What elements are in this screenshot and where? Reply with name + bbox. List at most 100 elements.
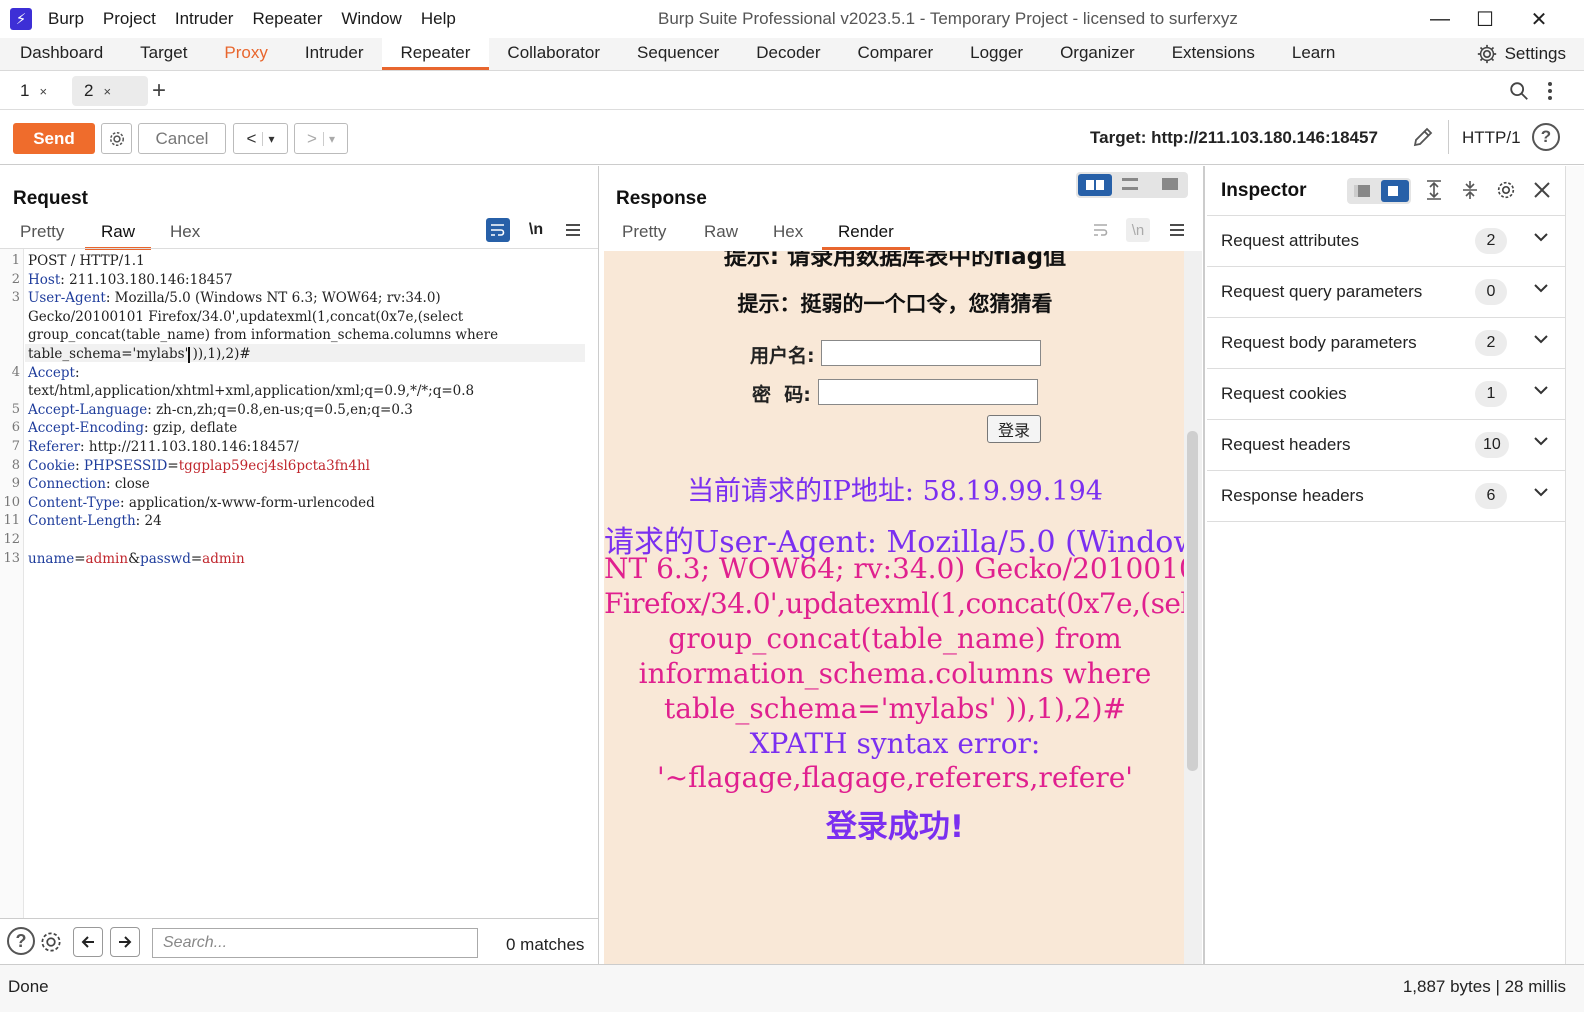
show-newlines-icon[interactable]: \n bbox=[524, 218, 548, 242]
tab-target[interactable]: Target bbox=[122, 38, 206, 70]
request-tab-pretty[interactable]: Pretty bbox=[20, 222, 64, 247]
word-wrap-icon[interactable] bbox=[486, 218, 510, 242]
tab-comparer[interactable]: Comparer bbox=[840, 38, 953, 70]
maximize-button[interactable]: ☐ bbox=[1470, 4, 1500, 34]
chevron-down-icon[interactable] bbox=[1533, 278, 1549, 299]
send-options-button[interactable] bbox=[101, 123, 132, 154]
collapse-all-icon[interactable] bbox=[1459, 178, 1481, 202]
back-button[interactable]: < ▾ bbox=[233, 123, 288, 154]
toolbar-divider bbox=[1448, 120, 1449, 154]
inspector-settings-icon[interactable] bbox=[1493, 177, 1519, 203]
help-icon[interactable]: ? bbox=[1532, 123, 1560, 151]
close-tab-icon[interactable]: × bbox=[103, 84, 111, 99]
tab-sequencer[interactable]: Sequencer bbox=[619, 38, 738, 70]
tab-dashboard[interactable]: Dashboard bbox=[2, 38, 122, 70]
header-value: 211.103.180.146:18457 bbox=[69, 271, 233, 288]
chevron-down-icon[interactable] bbox=[1533, 431, 1549, 452]
search-input[interactable]: Search... bbox=[152, 928, 478, 958]
repeater-tab-2[interactable]: 2 × bbox=[72, 76, 148, 106]
settings-button[interactable]: Settings bbox=[1476, 43, 1566, 65]
response-tab-raw[interactable]: Raw bbox=[704, 222, 738, 247]
repeater-tab-1[interactable]: 1 × bbox=[8, 76, 59, 106]
forward-history-dropdown[interactable]: ▾ bbox=[322, 131, 335, 146]
tab-intruder[interactable]: Intruder bbox=[287, 38, 383, 70]
tab-extensions[interactable]: Extensions bbox=[1154, 38, 1274, 70]
send-button[interactable]: Send bbox=[13, 123, 95, 154]
rendered-response: 提示: 请录用数据库表中的flag值 提示：挺弱的一个口令，您猜猜看 用户名: … bbox=[604, 251, 1186, 964]
show-newlines-icon[interactable]: \n bbox=[1126, 218, 1150, 242]
close-window-button[interactable]: ✕ bbox=[1524, 4, 1554, 34]
gear-icon bbox=[1477, 44, 1496, 64]
menu-icon[interactable] bbox=[1166, 218, 1188, 242]
line-number: 11 bbox=[3, 513, 20, 529]
close-tab-icon[interactable]: × bbox=[39, 84, 47, 99]
menu-icon[interactable] bbox=[562, 218, 584, 242]
render-ua-line: NT 6.3; WOW64; rv:34.0) Gecko/20100101 bbox=[604, 552, 1186, 585]
inspector-section[interactable]: Response headers 6 bbox=[1207, 471, 1565, 522]
chevron-down-icon[interactable] bbox=[1533, 482, 1549, 503]
menu-intruder[interactable]: Intruder bbox=[175, 9, 234, 29]
layout-stacked-icon[interactable] bbox=[1122, 178, 1138, 190]
inspector-section[interactable]: Request body parameters 2 bbox=[1207, 318, 1565, 369]
back-arrow-icon: < bbox=[246, 128, 257, 148]
header-separator: : bbox=[60, 271, 70, 288]
more-options-icon[interactable] bbox=[1540, 78, 1560, 104]
menu-help[interactable]: Help bbox=[421, 9, 456, 29]
inspector-scrollbar[interactable] bbox=[1565, 166, 1584, 964]
request-tab-raw[interactable]: Raw bbox=[85, 222, 152, 250]
search-options-icon[interactable] bbox=[36, 927, 66, 957]
response-tab-hex[interactable]: Hex bbox=[773, 222, 803, 247]
edit-target-icon[interactable] bbox=[1408, 122, 1438, 152]
tab-logger[interactable]: Logger bbox=[952, 38, 1042, 70]
cancel-button[interactable]: Cancel bbox=[138, 123, 226, 154]
render-ip-line: 当前请求的IP地址: 58.19.99.194 bbox=[687, 476, 1103, 507]
tab-organizer[interactable]: Organizer bbox=[1042, 38, 1154, 70]
forward-button[interactable]: > ▾ bbox=[294, 123, 348, 154]
render-login-button[interactable]: 登录 bbox=[987, 415, 1041, 443]
next-match-button[interactable] bbox=[110, 927, 140, 957]
inspector-section[interactable]: Request headers 10 bbox=[1207, 420, 1565, 471]
inspector-section[interactable]: Request cookies 1 bbox=[1207, 369, 1565, 420]
render-password-input[interactable] bbox=[818, 379, 1038, 405]
header-value: zh-cn,zh;q=0.8,en-us;q=0.5,en;q=0.3 bbox=[156, 401, 413, 418]
line-number: 2 bbox=[11, 271, 20, 287]
layout-side-by-side-icon[interactable] bbox=[1078, 174, 1112, 196]
tab-collaborator[interactable]: Collaborator bbox=[489, 38, 619, 70]
search-icon[interactable] bbox=[1506, 78, 1532, 104]
inspector-dock-left-icon[interactable] bbox=[1354, 185, 1370, 197]
word-wrap-icon[interactable] bbox=[1090, 218, 1112, 242]
chevron-down-icon[interactable] bbox=[1533, 380, 1549, 401]
chevron-down-icon[interactable] bbox=[1533, 329, 1549, 350]
inspector-dock-right-icon[interactable] bbox=[1381, 180, 1409, 202]
help-icon[interactable]: ? bbox=[7, 927, 35, 955]
menu-burp[interactable]: Burp bbox=[48, 9, 84, 29]
minimize-button[interactable]: — bbox=[1425, 4, 1455, 34]
http-version-toggle[interactable]: HTTP/1 bbox=[1462, 128, 1521, 148]
menu-window[interactable]: Window bbox=[341, 9, 401, 29]
previous-match-button[interactable] bbox=[73, 927, 103, 957]
add-tab-button[interactable]: + bbox=[140, 76, 178, 106]
render-scroll-thumb[interactable] bbox=[1187, 431, 1198, 771]
tab-learn[interactable]: Learn bbox=[1274, 38, 1354, 70]
tab-repeater[interactable]: Repeater bbox=[382, 38, 490, 70]
inspector-section[interactable]: Request query parameters 0 bbox=[1207, 267, 1565, 318]
body-param-value: admin bbox=[202, 550, 245, 567]
layout-single-icon[interactable] bbox=[1162, 178, 1178, 190]
inspector-section-label: Response headers bbox=[1221, 486, 1364, 505]
response-tab-render[interactable]: Render bbox=[822, 222, 910, 250]
request-editor[interactable]: 1 2 3 4 5 6 7 8 9 10 11 12 13 POST / HTTP/1.1 Host: 2… bbox=[0, 248, 598, 919]
expand-all-icon[interactable] bbox=[1423, 178, 1445, 202]
render-username-input[interactable] bbox=[821, 340, 1041, 366]
chevron-down-icon[interactable] bbox=[1533, 227, 1549, 248]
tab-decoder[interactable]: Decoder bbox=[738, 38, 839, 70]
render-scrollbar[interactable] bbox=[1184, 251, 1202, 964]
response-tab-pretty[interactable]: Pretty bbox=[622, 222, 666, 247]
close-inspector-icon[interactable] bbox=[1529, 177, 1555, 203]
back-history-dropdown[interactable]: ▾ bbox=[262, 131, 274, 146]
inspector-section[interactable]: Request attributes 2 bbox=[1207, 216, 1565, 267]
tab-proxy[interactable]: Proxy bbox=[206, 38, 286, 70]
menu-project[interactable]: Project bbox=[103, 9, 156, 29]
request-tab-hex[interactable]: Hex bbox=[170, 222, 200, 247]
request-line: Referer: http://211.103.180.146:18457/ bbox=[28, 439, 299, 455]
menu-repeater[interactable]: Repeater bbox=[252, 9, 322, 29]
